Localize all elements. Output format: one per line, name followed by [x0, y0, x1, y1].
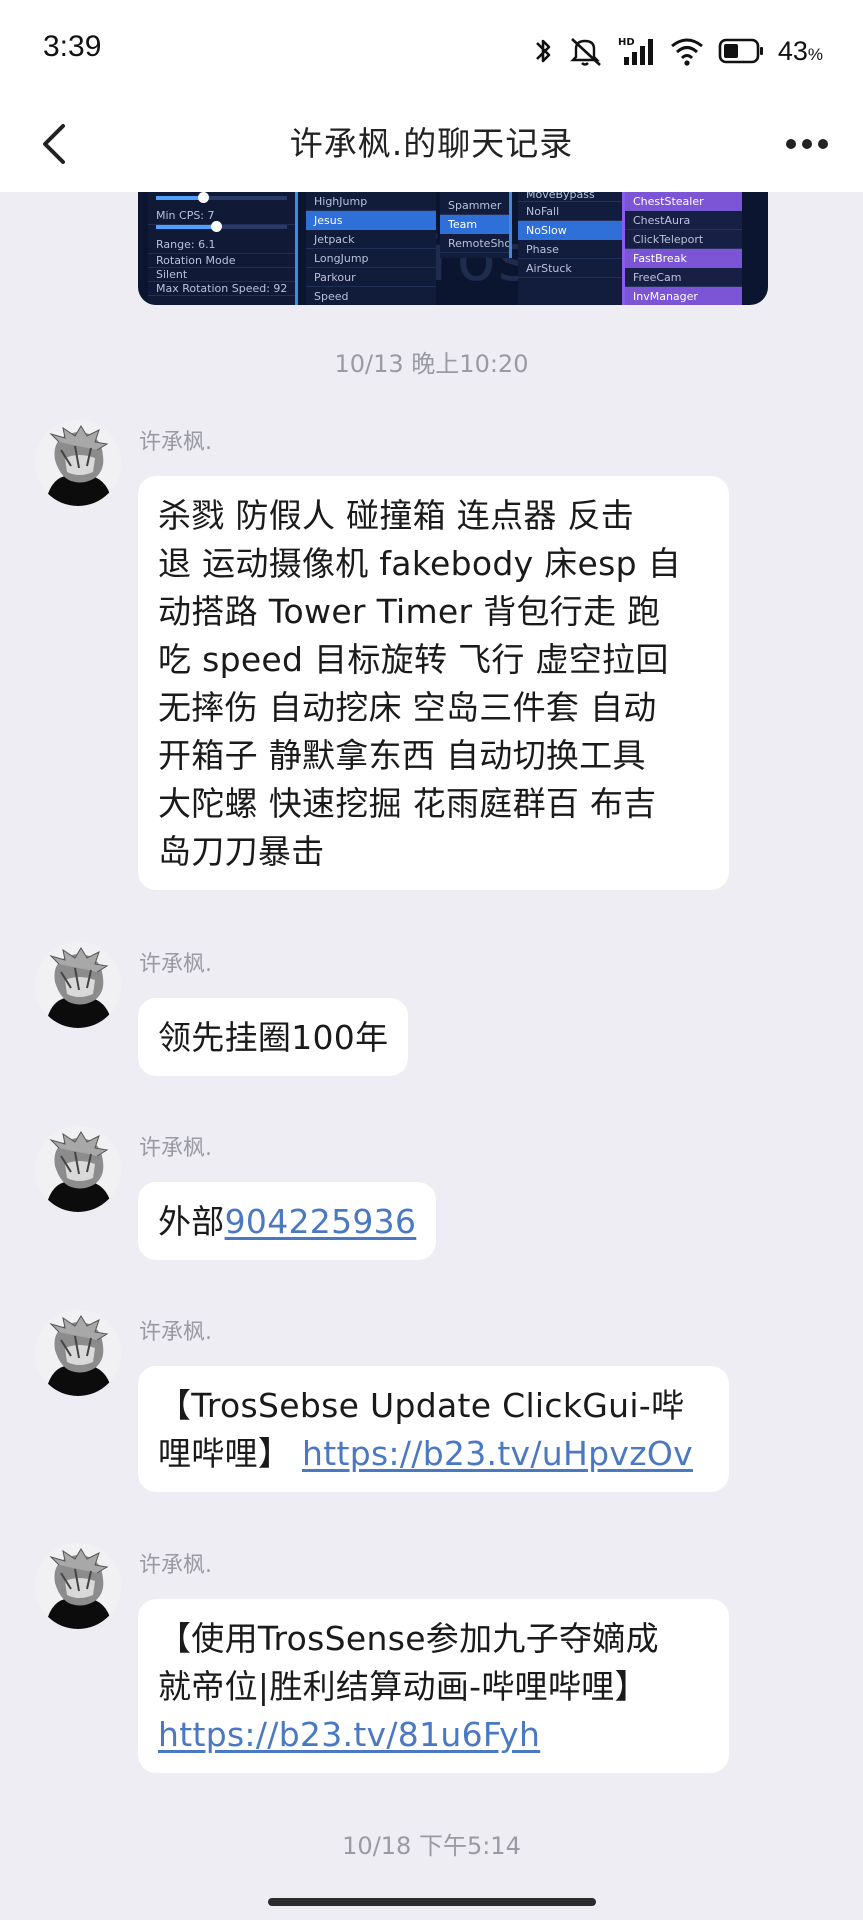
message-bubble[interactable]: 外部904225936	[138, 1182, 437, 1260]
message-bubble[interactable]: 杀戮 防假人 碰撞箱 连点器 反击 退 运动摄像机 fakebody 床esp …	[138, 476, 729, 890]
sender-name: 许承枫.	[139, 952, 212, 977]
message-line: 岛刀刀暴击	[158, 832, 325, 871]
bluetooth-icon	[535, 39, 551, 63]
more-dots-icon	[786, 139, 828, 149]
message-line: 无摔伤 自动挖床 空岛三件套 自动	[158, 688, 657, 727]
message-line: 大陀螺 快速挖掘 花雨庭群百 布吉	[158, 784, 657, 823]
gui-item: Speed	[306, 287, 436, 305]
status-icons: HD 43%	[532, 34, 823, 68]
sender-name: 许承枫.	[139, 430, 212, 455]
gui-label: Range: 6.1	[148, 235, 295, 254]
gui-item: MoveBypass	[518, 192, 633, 202]
message-line: 杀戮 防假人 碰撞箱 连点器 反击	[158, 496, 635, 535]
message-link[interactable]: https://b23.tv/81u6Fyh	[158, 1715, 540, 1754]
message-line: 动搭路 Tower Timer 背包行走 跑	[158, 592, 661, 631]
message-line: 就帝位|胜利结算动画-哔哩哔哩】	[158, 1667, 648, 1706]
gui-item: LongJump	[306, 249, 436, 268]
avatar[interactable]	[35, 1126, 121, 1212]
page-title: 许承枫.的聊天记录	[289, 124, 574, 163]
avatar[interactable]	[35, 942, 121, 1028]
message-line: 吃 speed 目标旋转 飞行 虚空拉回	[158, 640, 669, 679]
message-bubble[interactable]: 【TrosSebse Update ClickGui-哔 哩哔哩】 https:…	[138, 1366, 729, 1492]
gui-movement-panel: HighJump Jesus Jetpack LongJump Parkour …	[306, 192, 436, 305]
gui-misc-panel: Spammer Team RemoteShop	[440, 192, 512, 258]
svg-text:HD: HD	[618, 37, 635, 48]
sender-name: 许承枫.	[139, 1553, 212, 1578]
message-line: 【TrosSebse Update ClickGui-哔	[158, 1386, 685, 1425]
wifi-icon	[670, 38, 703, 66]
gui-item: ClickTeleport	[625, 230, 742, 249]
gui-label: Min CPS: 7	[148, 206, 295, 225]
gui-item: RemoteShop	[440, 234, 509, 253]
gui-item: InvManager	[625, 287, 742, 305]
gui-item: Spammer	[440, 196, 509, 215]
gui-item: NoSlow	[518, 221, 633, 240]
hd-signal-icon: HD	[618, 37, 653, 65]
gui-item: Jetpack	[306, 230, 436, 249]
message-bubble[interactable]: 领先挂圈100年	[138, 998, 409, 1076]
message-line: 退 运动摄像机 fakebody 床esp 自	[158, 544, 681, 583]
chat-timestamp: 10/18 下午5:14	[342, 1832, 521, 1860]
message-text: 哩哔哩】	[158, 1434, 302, 1473]
gui-label: Rotation Mode	[148, 254, 295, 268]
gui-item: FastBreak	[625, 249, 742, 268]
message-link[interactable]: https://b23.tv/uHpvzOv	[302, 1434, 693, 1473]
more-options-button[interactable]	[777, 116, 837, 172]
message-text: 领先挂圈100年	[158, 1018, 389, 1057]
gui-item: Parkour	[306, 268, 436, 287]
gui-combat-panel: Min CPS: 7 Range: 6.1 Rotation Mode Sile…	[148, 192, 298, 305]
chat-header: 许承枫.的聊天记录	[0, 96, 863, 192]
avatar[interactable]	[35, 1310, 121, 1396]
gui-item: HighJump	[306, 192, 436, 211]
gui-item: FreeCam	[625, 268, 742, 287]
gui-slider	[156, 221, 287, 232]
gui-label: Silent	[148, 268, 295, 282]
gui-item: ChestStealer	[625, 192, 742, 211]
gui-item: Jesus	[306, 211, 436, 230]
gui-player-panel: MoveBypass NoFall NoSlow Phase AirStuck	[518, 192, 633, 305]
message-line: 【使用TrosSense参加九子夺嫡成	[158, 1619, 659, 1658]
chat-timestamp: 10/13 晚上10:20	[334, 350, 529, 378]
avatar[interactable]	[35, 420, 121, 506]
sender-name: 许承枫.	[139, 1136, 212, 1161]
gui-item: NoFall	[518, 202, 633, 221]
mute-icon	[569, 38, 601, 66]
gui-slider	[156, 192, 287, 203]
avatar-image	[35, 942, 121, 1028]
avatar-image	[35, 1126, 121, 1212]
sender-name: 许承枫.	[139, 1320, 212, 1345]
gui-world-panel: ChestStealer ChestAura ClickTeleport Fas…	[622, 192, 742, 305]
message-text: 外部	[158, 1202, 225, 1241]
avatar[interactable]	[35, 1543, 121, 1629]
avatar-image	[35, 1310, 121, 1396]
gui-item: AirStuck	[518, 259, 633, 278]
message-line: 开箱子 静默拿东西 自动切换工具	[158, 736, 646, 775]
avatar-image	[35, 420, 121, 506]
battery-percentage: 43%	[777, 35, 823, 66]
battery-icon	[718, 38, 763, 64]
shared-image-message[interactable]: TrosSense Min CPS: 7 Range: 6.1 Rotation…	[138, 192, 768, 305]
gui-label: Max Rotation Speed: 92	[148, 282, 295, 296]
gui-item: Phase	[518, 240, 633, 259]
message-bubble[interactable]: 【使用TrosSense参加九子夺嫡成 就帝位|胜利结算动画-哔哩哔哩】 htt…	[138, 1599, 729, 1773]
gui-item: ChestAura	[625, 211, 742, 230]
status-bar: 3:39 HD 43%	[0, 0, 863, 96]
home-indicator[interactable]	[268, 1898, 596, 1906]
gui-item: Team	[440, 215, 509, 234]
message-link[interactable]: 904225936	[225, 1202, 417, 1241]
status-time: 3:39	[43, 30, 102, 63]
avatar-image	[35, 1543, 121, 1629]
